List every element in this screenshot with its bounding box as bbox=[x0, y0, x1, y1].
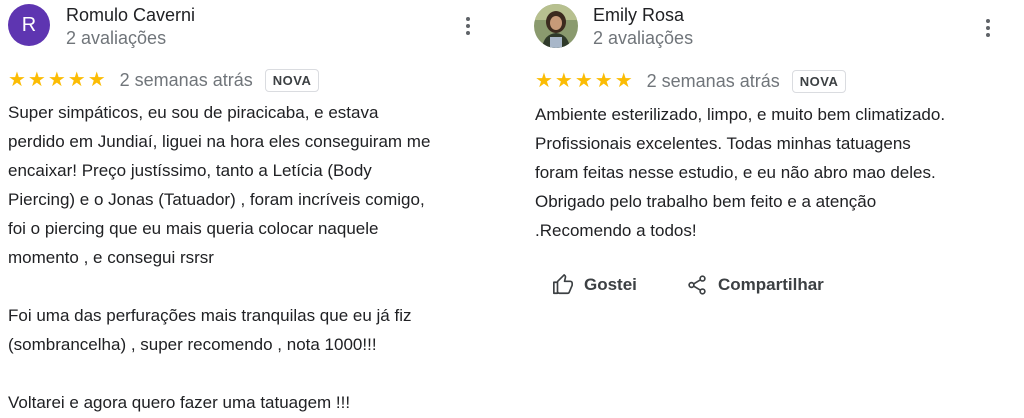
star-rating: ★★★★★ bbox=[535, 70, 635, 92]
thumbs-up-icon bbox=[553, 274, 573, 295]
rating-row: ★★★★★ 2 semanas atrás NOVA bbox=[8, 66, 320, 94]
share-button[interactable]: Compartilhar bbox=[686, 274, 824, 296]
review-count: 2 avaliações bbox=[66, 28, 167, 48]
share-icon bbox=[688, 275, 706, 295]
review-card-romulo: R Romulo Caverni 2 avaliações ★★★★★ 2 se… bbox=[0, 0, 504, 418]
review-line: Profissionais excelentes. Todas minhas t… bbox=[535, 134, 911, 153]
review-line: encaixar! Preço justíssimo, tanto a Letí… bbox=[8, 161, 372, 180]
review-line: perdido em Jundiaí, liguei na hora eles … bbox=[8, 132, 431, 151]
review-count: 2 avaliações bbox=[593, 28, 694, 48]
new-badge: NOVA bbox=[264, 68, 320, 92]
review-time: 2 semanas atrás bbox=[646, 70, 780, 91]
review-line: momento , e consegui rsrsr bbox=[8, 248, 214, 267]
review-line: Foi uma das perfurações mais tranquilas … bbox=[8, 306, 412, 325]
avatar[interactable]: R bbox=[8, 4, 50, 46]
review-line: foram feitas nesse estudio, e eu não abr… bbox=[535, 163, 936, 182]
review-line: .Recomendo a todos! bbox=[535, 221, 697, 240]
more-options-icon[interactable] bbox=[458, 14, 478, 38]
review-text: Ambiente esterilizado, limpo, e muito be… bbox=[535, 100, 1020, 245]
review-line: Super simpáticos, eu sou de piracicaba, … bbox=[8, 103, 379, 122]
new-badge: NOVA bbox=[791, 69, 847, 93]
like-label: Gostei bbox=[584, 275, 637, 294]
review-time: 2 semanas atrás bbox=[119, 69, 253, 90]
reviewer-name[interactable]: Emily Rosa bbox=[593, 5, 684, 26]
reviewer-name[interactable]: Romulo Caverni bbox=[66, 5, 195, 26]
avatar-photo[interactable] bbox=[534, 4, 578, 48]
star-rating: ★★★★★ bbox=[8, 69, 108, 91]
review-line: Piercing) e o Jonas (Tatuador) , foram i… bbox=[8, 190, 425, 209]
review-card-emily: Emily Rosa 2 avaliações ★★★★★ 2 semanas … bbox=[520, 0, 1024, 418]
like-button[interactable]: Gostei bbox=[552, 274, 637, 296]
share-label: Compartilhar bbox=[718, 275, 824, 294]
review-line: Ambiente esterilizado, limpo, e muito be… bbox=[535, 105, 946, 124]
review-line: Obrigado pelo trabalho bem feito e a ate… bbox=[535, 192, 877, 211]
review-line: foi o piercing que eu mais queria coloca… bbox=[8, 219, 379, 238]
review-line: Voltarei e agora quero fazer uma tatuage… bbox=[8, 393, 351, 412]
more-options-icon[interactable] bbox=[978, 16, 998, 40]
review-text: Super simpáticos, eu sou de piracicaba, … bbox=[8, 98, 500, 417]
rating-row: ★★★★★ 2 semanas atrás NOVA bbox=[535, 67, 847, 95]
review-line: (sombrancelha) , super recomendo , nota … bbox=[8, 335, 377, 354]
